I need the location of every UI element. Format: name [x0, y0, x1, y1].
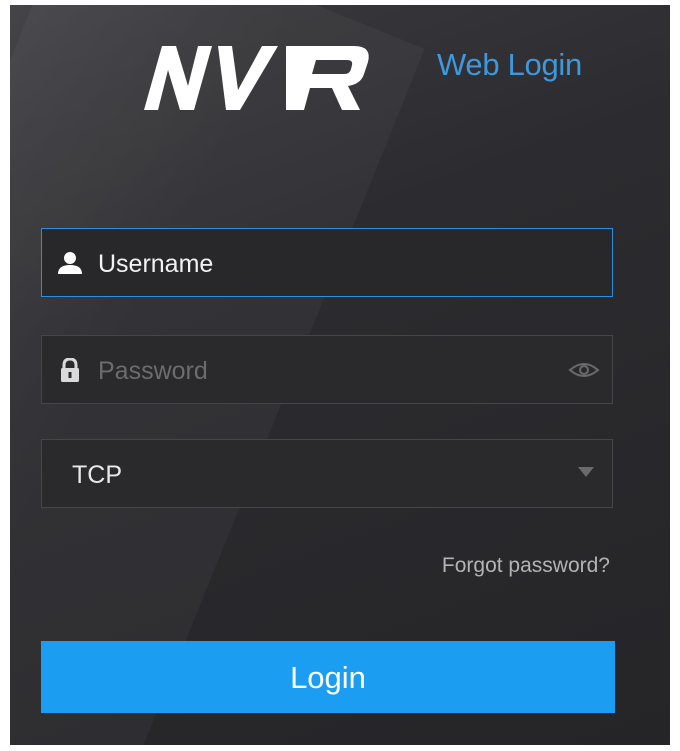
password-placeholder: Password: [98, 357, 208, 385]
lock-icon: [61, 358, 79, 382]
nvr-logo: [144, 46, 369, 110]
protocol-selected: TCP: [72, 461, 122, 489]
caret-down-icon[interactable]: [578, 467, 594, 477]
page-title: Web Login: [437, 47, 582, 82]
protocol-select[interactable]: TCP: [41, 439, 613, 508]
username-field[interactable]: Username: [41, 228, 613, 297]
user-icon: [58, 252, 82, 274]
login-panel: Web Login Username Password TCP Forgot p…: [10, 5, 670, 745]
username-value: Username: [98, 250, 214, 278]
login-button[interactable]: Login: [41, 641, 615, 713]
forgot-password-link[interactable]: Forgot password?: [442, 554, 610, 578]
password-field[interactable]: Password: [41, 335, 613, 404]
eye-icon[interactable]: [568, 360, 600, 380]
